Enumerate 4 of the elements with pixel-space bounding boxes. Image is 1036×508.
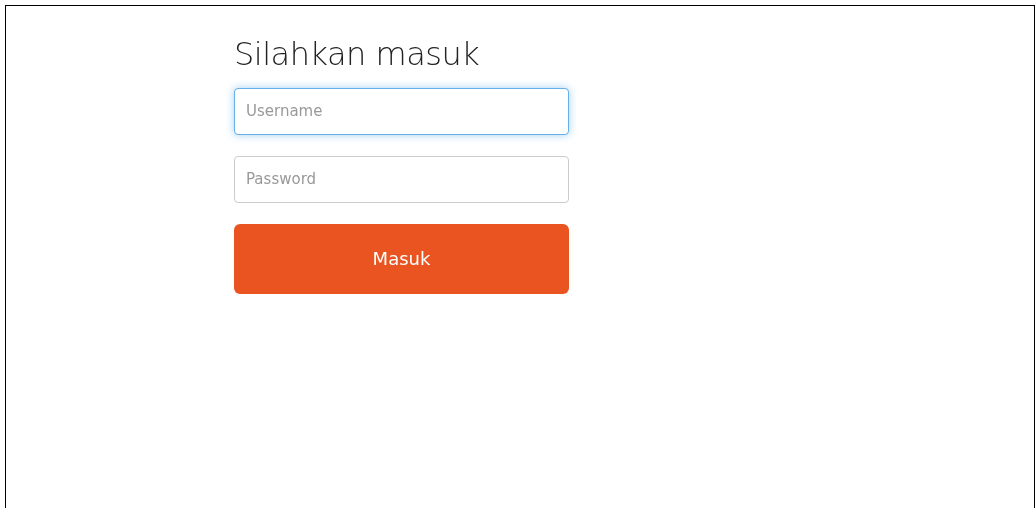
input-field[interactable]: Username [234,87,569,135]
input-field[interactable]: Password [234,155,569,203]
login-button[interactable]: Masuk [234,223,569,294]
form-title: Silahkan masuk [234,34,481,75]
